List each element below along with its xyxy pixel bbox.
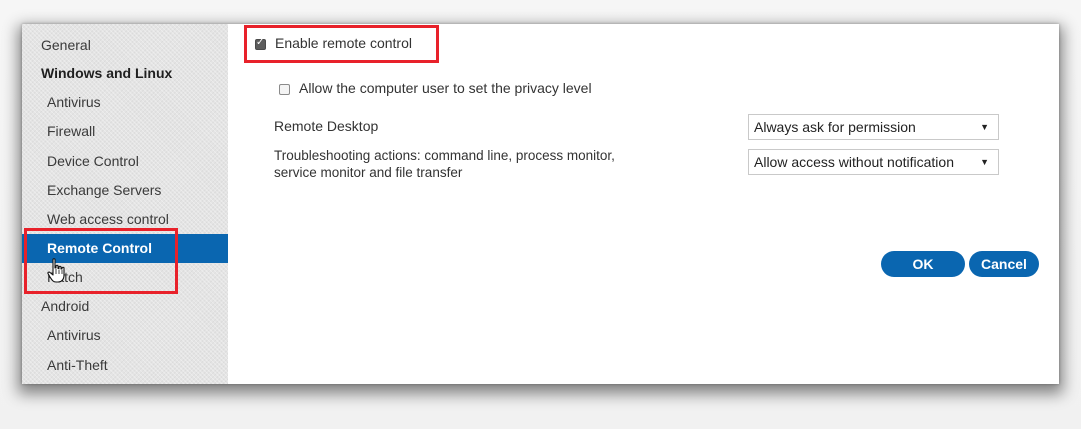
enable-remote-control-label: Enable remote control <box>275 35 412 51</box>
sidebar-item-web-access-control[interactable]: Web access control <box>22 205 228 234</box>
remote-desktop-label: Remote Desktop <box>274 118 379 134</box>
allow-privacy-level-checkbox[interactable] <box>279 84 290 95</box>
sidebar-item-anti-theft[interactable]: Anti-Theft <box>22 351 228 380</box>
remote-desktop-select[interactable]: Always ask for permission ▼ <box>748 114 999 140</box>
sidebar-item-android[interactable]: Android <box>22 292 228 321</box>
troubleshooting-label-line2: service monitor and file transfer <box>274 165 463 180</box>
sidebar-item-android-antivirus[interactable]: Antivirus <box>22 321 228 350</box>
chevron-down-icon: ▼ <box>980 122 989 132</box>
ok-button[interactable]: OK <box>881 251 965 277</box>
sidebar-item-firewall[interactable]: Firewall <box>22 117 228 146</box>
sidebar-item-general[interactable]: General <box>22 31 228 60</box>
hand-pointer-icon <box>47 258 65 283</box>
sidebar-item-device-control[interactable]: Device Control <box>22 147 228 176</box>
remote-desktop-selected-value: Always ask for permission <box>754 119 916 135</box>
sidebar-item-exchange-servers[interactable]: Exchange Servers <box>22 176 228 205</box>
allow-privacy-level-label: Allow the computer user to set the priva… <box>299 80 592 96</box>
chevron-down-icon: ▼ <box>980 157 989 167</box>
enable-remote-control-checkbox[interactable] <box>255 37 266 50</box>
sidebar-item-antivirus[interactable]: Antivirus <box>22 88 228 117</box>
policy-sidebar: General Windows and Linux Antivirus Fire… <box>22 24 228 384</box>
cancel-button[interactable]: Cancel <box>969 251 1039 277</box>
settings-panel: General Windows and Linux Antivirus Fire… <box>22 24 1059 384</box>
sidebar-item-windows-and-linux[interactable]: Windows and Linux <box>22 59 228 88</box>
troubleshooting-selected-value: Allow access without notification <box>754 154 954 170</box>
troubleshooting-select[interactable]: Allow access without notification ▼ <box>748 149 999 175</box>
troubleshooting-label-line1: Troubleshooting actions: command line, p… <box>274 148 615 163</box>
